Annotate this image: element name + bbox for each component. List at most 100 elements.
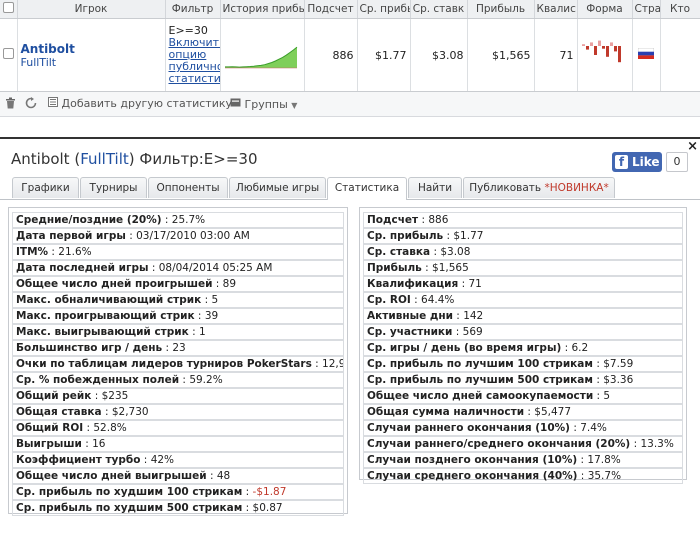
- tab-find[interactable]: Найти: [408, 177, 462, 198]
- form-bar: [601, 45, 605, 49]
- stat-value: 142: [463, 310, 484, 322]
- col-header-player[interactable]: Игрок: [17, 0, 166, 19]
- title-player-name: Antibolt: [11, 150, 70, 168]
- col-header-count[interactable]: Подсчет: [304, 0, 358, 19]
- select-all-checkbox[interactable]: [2, 2, 14, 13]
- col-header-avg-profit[interactable]: Ср. прибыл: [357, 0, 411, 19]
- stat-separator: :: [430, 246, 441, 258]
- col-header-form[interactable]: Форма: [577, 0, 633, 19]
- trash-icon[interactable]: [5, 97, 16, 112]
- stat-separator: :: [592, 358, 604, 370]
- stat-label: Большинство игр / день: [16, 342, 163, 354]
- stat-label: ITM%: [16, 246, 49, 258]
- stat-label: Ср. прибыль по худшим 100 стрикам: [16, 486, 243, 498]
- col-header-who[interactable]: Кто: [660, 0, 700, 19]
- stat-label: Выигрыши: [16, 438, 82, 450]
- groups-label: Группы: [244, 98, 288, 111]
- stat-separator: :: [201, 294, 212, 306]
- close-icon[interactable]: ×: [687, 139, 698, 154]
- stat-value: 52.8%: [93, 422, 127, 434]
- stat-value: 16: [92, 438, 106, 450]
- tab-charts[interactable]: Графики: [12, 177, 79, 198]
- stat-separator: :: [206, 470, 217, 482]
- stat-separator: :: [410, 294, 422, 306]
- title-site-link[interactable]: FullTilt: [80, 150, 129, 168]
- stat-row: Ср. % побежденных полей : 59.2%: [12, 372, 344, 388]
- table-row[interactable]: Antibolt FullTilt E>=30 Включить опцию п…: [0, 18, 700, 92]
- refresh-icon[interactable]: [25, 97, 37, 112]
- stat-row: Прибыль : $1,565: [363, 260, 683, 276]
- stat-row: Ср. ставка : $3.08: [363, 244, 683, 260]
- tab-publish[interactable]: Публиковать *НОВИНКА*: [463, 177, 615, 198]
- stat-separator: :: [83, 422, 94, 434]
- tab-opponents[interactable]: Оппоненты: [148, 177, 228, 198]
- stat-separator: :: [569, 422, 581, 434]
- stat-value: 13.3%: [640, 438, 674, 450]
- stat-label: Случаи позднего окончания (10%): [367, 454, 578, 466]
- col-header-select[interactable]: [0, 0, 18, 19]
- stat-row: Коэффициент турбо : 42%: [12, 452, 344, 468]
- stat-row: Ср. прибыль по худшим 500 стрикам : $0.8…: [12, 500, 344, 516]
- stat-value: $3.36: [603, 374, 634, 386]
- form-bar: [605, 45, 609, 57]
- stat-value: $5,477: [534, 406, 572, 418]
- facebook-icon: f: [615, 155, 628, 169]
- col-header-country[interactable]: Стра: [632, 0, 661, 19]
- col-header-qual[interactable]: Квалис: [534, 0, 578, 19]
- stat-row: Случаи раннего/среднего окончания (20%) …: [363, 436, 683, 452]
- stat-separator: :: [592, 374, 604, 386]
- stat-separator: :: [452, 310, 464, 322]
- facebook-like-button[interactable]: f Like: [612, 152, 662, 172]
- add-stats-button[interactable]: Добавить другую статистику: [48, 97, 232, 110]
- stat-separator: :: [140, 454, 151, 466]
- stat-label: Дата первой игры: [16, 230, 126, 242]
- groups-dropdown[interactable]: Группы ▼: [230, 97, 297, 111]
- player-name-link[interactable]: Antibolt: [21, 42, 162, 56]
- stat-separator: :: [593, 390, 604, 402]
- stat-label: Макс. обналичивающий стрик: [16, 294, 202, 306]
- form-bar: [585, 45, 589, 50]
- stat-label: Ср. участники: [367, 326, 453, 338]
- stat-value: 42%: [150, 454, 175, 466]
- tab-statistics[interactable]: Статистика: [327, 177, 407, 200]
- stat-row: Дата первой игры : 03/17/2010 03:00 AM: [12, 228, 344, 244]
- row-checkbox[interactable]: [3, 48, 14, 59]
- stat-row: Общий ROI : 52.8%: [12, 420, 344, 436]
- stat-value: 23: [172, 342, 186, 354]
- grid-toolbar: Добавить другую статистику Группы ▼: [0, 92, 700, 117]
- public-stats-link-line4[interactable]: статистик: [169, 73, 220, 85]
- stat-separator: :: [81, 438, 93, 450]
- stat-value: $2,730: [111, 406, 149, 418]
- form-bar: [617, 45, 621, 62]
- tab-tournaments[interactable]: Турниры: [80, 177, 147, 198]
- profit-value: $1,565: [467, 18, 535, 92]
- stat-row: Общее число дней самоокупаемости : 5: [363, 388, 683, 404]
- stat-value: 89: [222, 278, 237, 290]
- col-header-profit-history[interactable]: История прибыл: [220, 0, 305, 19]
- stat-row: Дата последней игры : 08/04/2014 05:25 A…: [12, 260, 344, 276]
- stat-row: Ср. прибыль по худшим 100 стрикам : -$1.…: [12, 484, 344, 500]
- form-bar: [613, 45, 617, 51]
- stat-row: Ср. участники : 569: [363, 324, 683, 340]
- stat-separator: :: [161, 214, 172, 226]
- tab-publish-label: Публиковать: [469, 182, 542, 194]
- col-header-filter[interactable]: Фильтр: [165, 0, 221, 19]
- stat-row: Ср. прибыль по лучшим 500 стрикам : $3.3…: [363, 372, 683, 388]
- stat-value: 03/17/2010 03:00 AM: [136, 230, 250, 242]
- col-header-avg-stake[interactable]: Ср. ставк: [410, 0, 468, 19]
- stat-value: 5: [603, 390, 611, 402]
- stat-value: $235: [101, 390, 129, 402]
- stat-label: Дата последней игры: [16, 262, 149, 274]
- stat-separator: :: [162, 342, 173, 354]
- stat-value: 12,994: [322, 358, 343, 370]
- stat-row: Ср. ROI : 64.4%: [363, 292, 683, 308]
- stat-label: Активные дни: [367, 310, 453, 322]
- tab-favorite-games[interactable]: Любимые игры: [229, 177, 326, 198]
- stat-separator: :: [421, 262, 433, 274]
- stat-value: 569: [462, 326, 483, 338]
- stat-label: Случаи среднего окончания (40%): [367, 470, 578, 482]
- stat-row: Ср. прибыль : $1.77: [363, 228, 683, 244]
- col-header-profit[interactable]: Прибыль: [467, 0, 535, 19]
- stat-value: 35.7%: [587, 470, 622, 482]
- stat-separator: :: [443, 230, 454, 242]
